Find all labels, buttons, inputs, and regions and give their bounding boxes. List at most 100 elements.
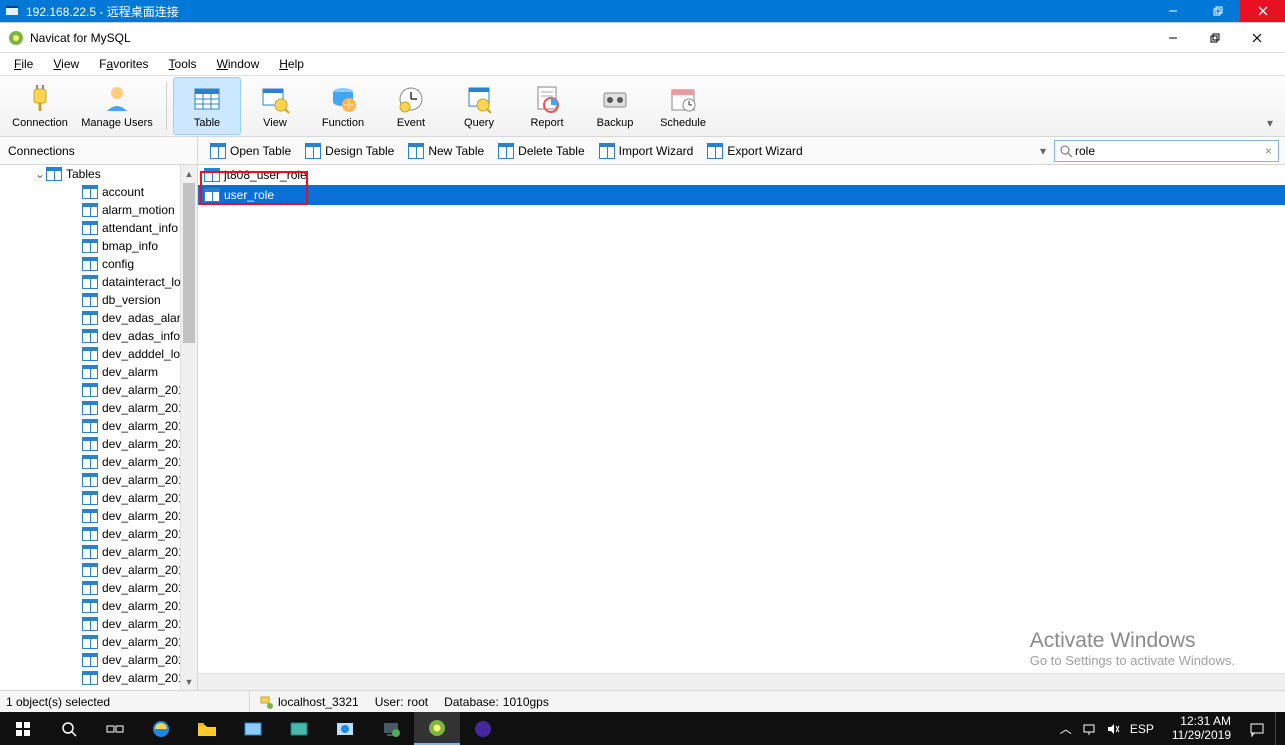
app-restore-button[interactable] [1195,24,1235,52]
tb-function[interactable]: Function [309,77,377,135]
tree-item[interactable]: dev_alarm_2017 [0,579,197,597]
table-icon [82,275,98,289]
design-table-button[interactable]: Design Table [299,141,400,161]
search-input[interactable] [1075,144,1263,158]
clear-search-button[interactable]: × [1263,144,1274,158]
menu-file[interactable]: File [6,55,41,73]
app-close-button[interactable] [1237,24,1277,52]
tree-item[interactable]: dev_alarm_2016 [0,435,197,453]
tb-connection[interactable]: Connection [6,77,74,135]
tb-view[interactable]: View [241,77,309,135]
tree-item[interactable]: db_version [0,291,197,309]
tree-item[interactable]: alarm_motion [0,201,197,219]
tree-item[interactable]: dev_adas_info [0,327,197,345]
tree-item[interactable]: dev_alarm_2017 [0,489,197,507]
tb-table[interactable]: Table [173,77,241,135]
menu-tools[interactable]: Tools [161,55,205,73]
taskbar-explorer[interactable] [184,712,230,745]
rdp-restore-button[interactable] [1195,0,1240,22]
tree-item[interactable]: config [0,255,197,273]
table-icon [408,143,424,159]
search-box[interactable]: × [1054,140,1279,162]
tree-item[interactable]: dev_alarm_2017 [0,597,197,615]
menu-favorites[interactable]: Favorites [91,55,156,73]
tree-item[interactable]: dev_alarm_2017 [0,543,197,561]
table-icon [82,455,98,469]
tree-item[interactable]: dev_alarm_2017 [0,669,197,687]
tray-language[interactable]: ESP [1130,722,1154,736]
table-icon [82,563,98,577]
tb-event[interactable]: Event [377,77,445,135]
task-view-button[interactable] [92,712,138,745]
tb-query[interactable]: Query [445,77,513,135]
taskbar-app2[interactable] [276,712,322,745]
taskbar-app4[interactable] [368,712,414,745]
rdp-close-button[interactable] [1240,0,1285,22]
tree-node-tables[interactable]: ⌄Tables [0,165,197,183]
main-h-scrollbar[interactable] [198,673,1285,690]
subbar-dropdown-button[interactable]: ▾ [1034,144,1052,158]
export-wizard-button[interactable]: Export Wizard [701,141,808,161]
clock-icon [395,83,427,115]
taskbar-navicat[interactable] [414,712,460,745]
tb-backup[interactable]: Backup [581,77,649,135]
tray-notifications-icon[interactable] [1249,721,1265,737]
tree-item[interactable]: dev_alarm_2017 [0,507,197,525]
menu-bar: File View Favorites Tools Window Help [0,53,1285,75]
tree-item[interactable]: dev_alarm_2016 [0,399,197,417]
status-selection: 1 object(s) selected [0,691,250,712]
tree-item[interactable]: dev_alarm_2017 [0,561,197,579]
tree-item[interactable]: datainteract_lo [0,273,197,291]
tray-volume-icon[interactable] [1106,722,1120,736]
taskbar-firefox[interactable] [460,712,506,745]
tree-item[interactable]: attendant_info [0,219,197,237]
start-button[interactable] [0,712,46,745]
tree-item[interactable]: dev_adas_alarm [0,309,197,327]
delete-table-button[interactable]: Delete Table [492,141,591,161]
toolbar-overflow-button[interactable]: ▾ [1261,116,1279,130]
new-table-button[interactable]: New Table [402,141,490,161]
table-icon [82,221,98,235]
search-button[interactable] [46,712,92,745]
import-wizard-button[interactable]: Import Wizard [593,141,700,161]
rdp-minimize-button[interactable] [1150,0,1195,22]
tree-item[interactable]: dev_alarm_2017 [0,651,197,669]
tree-scrollbar[interactable]: ▲ ▼ [180,165,197,690]
tree-item[interactable]: dev_alarm_2017 [0,471,197,489]
tree-item[interactable]: dev_alarm_2017 [0,525,197,543]
tree-item[interactable]: dev_alarm_2017 [0,453,197,471]
tree-item[interactable]: dev_adddel_log [0,345,197,363]
result-item[interactable]: jt808_user_role [198,165,1285,185]
tb-schedule[interactable]: Schedule [649,77,717,135]
tree-item[interactable]: dev_alarm_2017 [0,615,197,633]
tray-clock[interactable]: 12:31 AM 11/29/2019 [1164,715,1239,741]
navigator-tree[interactable]: ⌄Tablesaccountalarm_motionattendant_info… [0,165,198,690]
plug-icon [24,83,56,115]
taskbar-app1[interactable] [230,712,276,745]
tree-item[interactable]: account [0,183,197,201]
taskbar-ie[interactable] [138,712,184,745]
menu-view[interactable]: View [45,55,87,73]
scroll-down-button[interactable]: ▼ [181,673,197,690]
table-icon [46,167,62,181]
taskbar-app3[interactable] [322,712,368,745]
tb-manage-users[interactable]: Manage Users [74,77,160,135]
app-minimize-button[interactable] [1153,24,1193,52]
tree-item[interactable]: dev_alarm_2016 [0,381,197,399]
result-item[interactable]: user_role [198,185,1285,205]
tray-network-icon[interactable] [1082,722,1096,736]
tb-report[interactable]: Report [513,77,581,135]
tree-item[interactable]: bmap_info [0,237,197,255]
table-icon [82,311,98,325]
show-desktop-button[interactable] [1275,712,1281,745]
menu-help[interactable]: Help [271,55,312,73]
scroll-thumb[interactable] [183,183,195,343]
tray-chevron-up-icon[interactable]: ︿ [1060,720,1072,737]
scroll-up-button[interactable]: ▲ [181,165,197,182]
tree-item[interactable]: dev_alarm_2017 [0,633,197,651]
tree-item[interactable]: dev_alarm_2016 [0,417,197,435]
menu-window[interactable]: Window [209,55,268,73]
open-table-button[interactable]: Open Table [204,141,297,161]
table-icon [82,365,98,379]
tree-item[interactable]: dev_alarm [0,363,197,381]
